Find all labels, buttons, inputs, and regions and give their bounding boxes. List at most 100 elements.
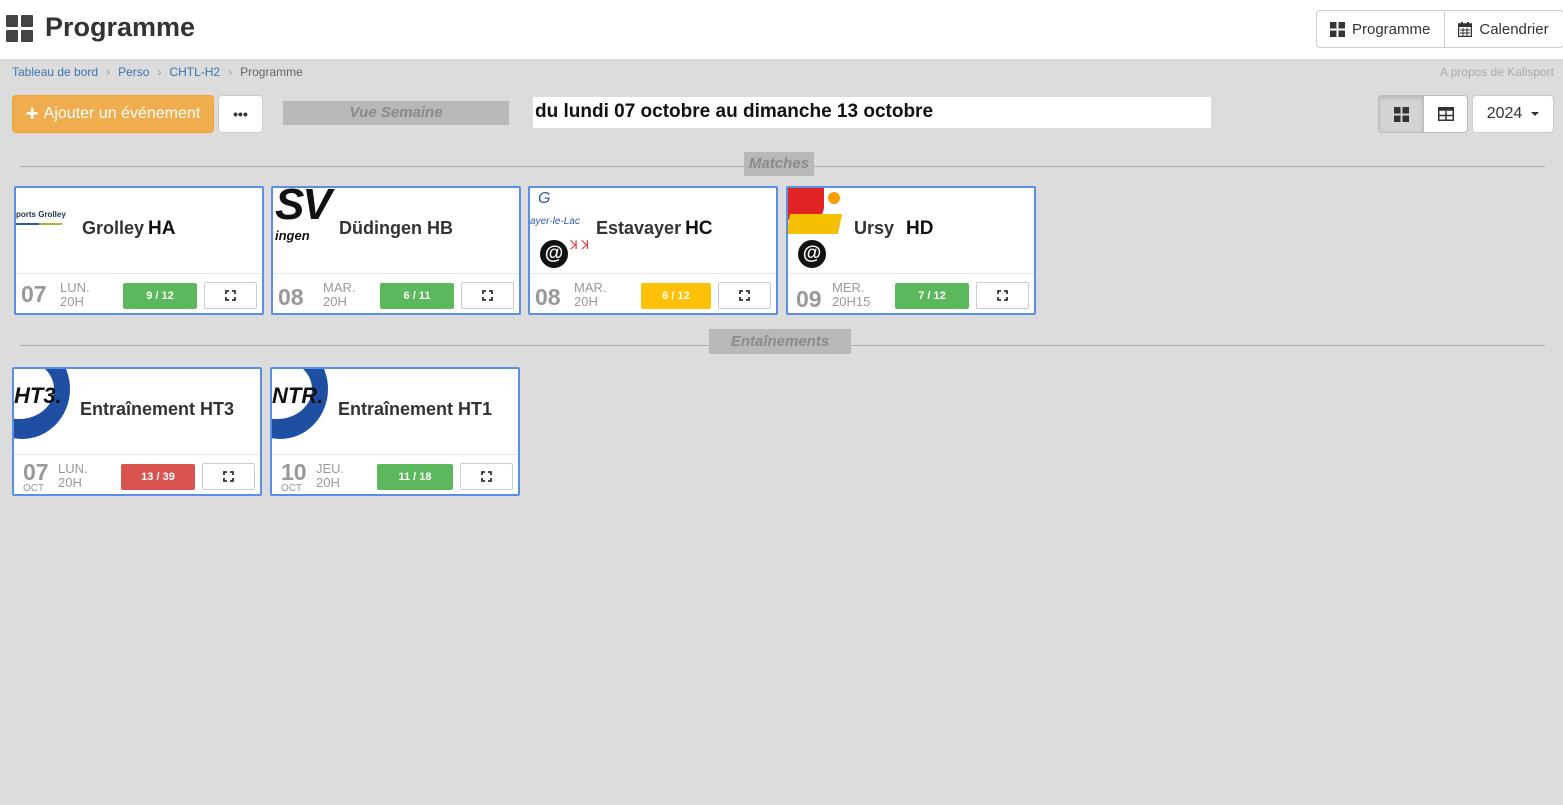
card-footer: 07 LUN. 20H 9 / 12 xyxy=(16,275,262,313)
expand-button[interactable] xyxy=(204,282,257,309)
logo-shape-yellow xyxy=(788,214,843,234)
add-event-button[interactable]: + Ajouter un événement xyxy=(12,95,214,133)
event-weekday: MAR. xyxy=(574,280,607,295)
table-view-button[interactable] xyxy=(1423,96,1467,132)
card-footer: 07 OCT LUN. 20H 13 / 39 xyxy=(14,456,260,494)
event-day: 08 xyxy=(535,284,561,310)
event-time: 20H xyxy=(60,294,84,309)
card-footer: 10 OCT JEU. 20H 11 / 18 xyxy=(272,456,518,494)
event-day: 08 xyxy=(278,284,304,310)
trainings-section-label: Entaînements xyxy=(709,329,851,354)
year-dropdown[interactable]: 2024 xyxy=(1472,95,1554,133)
logo-dot xyxy=(828,192,840,204)
event-weekday: JEU. xyxy=(316,461,345,476)
training-card[interactable]: HT3. Entraînement HT3 07 OCT LUN. 20H 13 … xyxy=(12,367,262,496)
card-footer: 08 MAR. 20H 6 / 12 xyxy=(530,275,776,313)
training-title: Entraînement HT3 xyxy=(80,399,235,419)
calendar-button[interactable]: Calendrier xyxy=(1444,11,1562,47)
programme-button-label: Programme xyxy=(1352,20,1431,38)
programme-button[interactable]: Programme xyxy=(1317,11,1444,47)
event-month: OCT xyxy=(23,483,45,494)
away-badge: @ xyxy=(538,238,570,270)
expand-icon xyxy=(739,290,750,301)
breadcrumb-team[interactable]: CHTL-H2 xyxy=(169,65,220,79)
breadcrumb-separator: › xyxy=(157,65,162,79)
ellipsis-icon: ••• xyxy=(233,106,248,122)
grid-view-button[interactable] xyxy=(1379,96,1423,132)
card-header: HT3. Entraînement HT3 xyxy=(14,369,260,455)
breadcrumb-perso[interactable]: Perso xyxy=(118,65,149,79)
attendance-count: 11 / 18 xyxy=(377,464,453,490)
match-card[interactable]: @ Ursy HD 09 MER. 20H15 7 / 12 xyxy=(786,186,1036,315)
match-card[interactable]: G ayer-le-Lac ꓘ ꓘ @ Estavayer HC 08 MAR. 2… xyxy=(528,186,778,315)
expand-button[interactable] xyxy=(460,463,513,490)
calendar-button-label: Calendrier xyxy=(1479,20,1549,38)
match-title: Ursy HD xyxy=(854,218,933,240)
card-header: @ Ursy HD xyxy=(788,188,1034,274)
match-title: Grolley HA xyxy=(82,218,175,240)
team-logo: NTR. xyxy=(272,369,336,455)
expand-button[interactable] xyxy=(718,282,771,309)
expand-icon xyxy=(482,290,493,301)
attendance-count: 13 / 39 xyxy=(121,464,195,490)
logo-text: SV xyxy=(275,188,332,229)
expand-icon xyxy=(225,290,236,301)
top-nav-buttons: Programme Calendrier xyxy=(1316,10,1563,48)
event-time: 20H xyxy=(574,294,598,309)
attendance-count: 6 / 12 xyxy=(641,283,711,309)
expand-button[interactable] xyxy=(202,463,255,490)
expand-button[interactable] xyxy=(976,282,1029,309)
event-weekday: LUN. xyxy=(58,461,88,476)
year-value: 2024 xyxy=(1486,105,1523,122)
team-logo: HT3. xyxy=(14,369,78,455)
match-card[interactable]: SV ingen Düdingen HB 08 MAR. 20H 6 / 11 xyxy=(271,186,521,315)
event-day: 10 xyxy=(281,459,307,485)
match-team: HC xyxy=(685,218,713,239)
event-weekday-time: MER. 20H15 xyxy=(832,281,870,309)
event-time: 20H xyxy=(58,475,82,490)
event-weekday: MAR. xyxy=(323,280,356,295)
logo-subtext: ayer-le-Lac xyxy=(530,216,580,227)
plus-icon: + xyxy=(25,101,39,126)
card-footer: 09 MER. 20H15 7 / 12 xyxy=(788,275,1034,313)
expand-icon xyxy=(223,471,234,482)
event-weekday-time: MAR. 20H xyxy=(323,281,356,309)
card-header: SV ingen Düdingen HB xyxy=(273,188,519,274)
training-card[interactable]: NTR. Entraînement HT1 10 OCT JEU. 20H 11 … xyxy=(270,367,520,496)
about-link[interactable]: A propos de Kalisport xyxy=(1440,65,1554,79)
event-weekday-time: LUN. 20H xyxy=(58,462,88,490)
date-range-title: du lundi 07 octobre au dimanche 13 octob… xyxy=(533,97,1211,128)
event-weekday-time: LUN. 20H xyxy=(60,281,90,309)
event-time: 20H15 xyxy=(832,294,871,309)
training-title: Entraînement HT1 xyxy=(338,399,493,419)
match-card[interactable]: ports Grolley Grolley HA 07 LUN. 20H 9 / 1… xyxy=(14,186,264,315)
match-opponent: Ursy xyxy=(854,218,895,238)
match-team: HA xyxy=(148,218,176,239)
match-opponent: Grolley xyxy=(82,218,145,238)
breadcrumb-separator: › xyxy=(106,65,111,79)
breadcrumb-dashboard[interactable]: Tableau de bord xyxy=(12,65,98,79)
logo-figures: ꓘ ꓘ xyxy=(570,238,590,252)
away-badge: @ xyxy=(796,238,828,270)
add-event-label: Ajouter un événement xyxy=(43,105,201,122)
breadcrumb-current: Programme xyxy=(240,65,303,79)
event-weekday: MER. xyxy=(832,280,865,295)
event-month: OCT xyxy=(281,483,303,494)
event-weekday: LUN. xyxy=(60,280,90,295)
logo-text: ports Grolley xyxy=(16,210,66,219)
caret-down-icon xyxy=(1531,112,1540,116)
team-logo: SV ingen xyxy=(273,188,337,274)
match-title: Estavayer HC xyxy=(596,218,713,240)
card-header: NTR. Entraînement HT1 xyxy=(272,369,518,455)
more-options-button[interactable]: ••• xyxy=(218,95,263,133)
attendance-count: 7 / 12 xyxy=(895,283,969,309)
expand-button[interactable] xyxy=(461,282,514,309)
expand-icon xyxy=(997,290,1008,301)
logo-text: NTR. xyxy=(272,383,324,408)
logo-text: G xyxy=(538,190,551,207)
expand-icon xyxy=(481,471,492,482)
attendance-count: 6 / 11 xyxy=(380,283,454,309)
attendance-count: 9 / 12 xyxy=(123,283,197,309)
event-weekday-time: MAR. 20H xyxy=(574,281,607,309)
match-title: Düdingen HB xyxy=(339,218,453,239)
